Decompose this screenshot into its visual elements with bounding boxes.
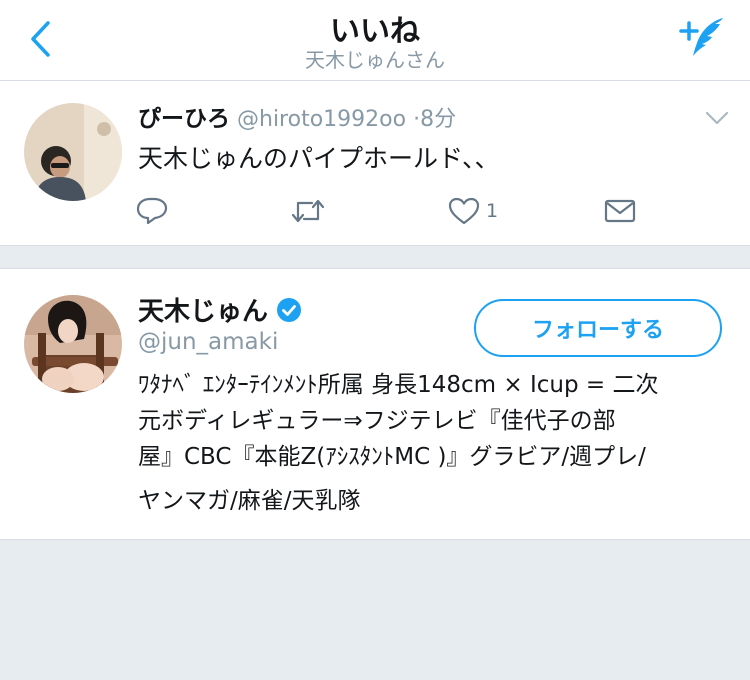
tweet-timestamp: 8分 (420, 107, 457, 132)
tweet-header: ぴーひろ @hiroto1992oo ·8分 (138, 99, 456, 133)
bio-line: 元ボディレギュラー⇒フジテレビ『佳代子の部 (138, 408, 616, 434)
heart-icon (448, 197, 480, 225)
chevron-down-icon (705, 111, 729, 125)
compose-tweet-icon (679, 18, 723, 56)
envelope-icon (604, 199, 636, 223)
profile-handle: @jun_amaki (138, 329, 279, 355)
like-button[interactable]: 1 (448, 195, 498, 227)
compose-tweet-button[interactable] (674, 12, 730, 62)
profile-avatar[interactable] (24, 295, 122, 393)
tweet-author-handle: @hiroto1992oo (237, 107, 407, 132)
tweet-cell[interactable]: ぴーひろ @hiroto1992oo ·8分 天木じゅんのパイプホールド、、 1 (0, 81, 750, 246)
reply-icon (136, 197, 168, 225)
direct-message-button[interactable] (604, 195, 636, 227)
profile-name[interactable]: 天木じゅん (138, 291, 268, 328)
tweet-avatar[interactable] (24, 103, 122, 201)
tweet-text: 天木じゅんのパイプホールド、、 (138, 144, 500, 173)
tweet-author-name[interactable]: ぴーひろ (138, 106, 230, 132)
like-count: 1 (486, 200, 499, 222)
bio-line: 屋』CBC『本能Z(ｱｼｽﾀﾝﾄMC )』グラビア/週プレ/ (138, 444, 646, 470)
profile-name-row: 天木じゅん (138, 291, 302, 328)
retweet-icon (291, 199, 325, 223)
user-cell[interactable]: 天木じゅん @jun_amaki フォローする ﾜﾀﾅﾍﾞ ｴﾝﾀｰﾃｲﾝﾒﾝﾄ… (0, 268, 750, 540)
follow-button[interactable]: フォローする (474, 299, 722, 357)
page-subtitle: 天木じゅんさん (305, 48, 445, 72)
reply-button[interactable] (136, 195, 168, 227)
navigation-header: いいね 天木じゅんさん (0, 0, 750, 81)
profile-bio: ﾜﾀﾅﾍﾞ ｴﾝﾀｰﾃｲﾝﾒﾝﾄ所属 身長148cm × Icup = 二次 元… (138, 367, 728, 519)
tweet-options-button[interactable] (702, 103, 732, 133)
bio-line: ﾜﾀﾅﾍﾞ ｴﾝﾀｰﾃｲﾝﾒﾝﾄ所属 身長148cm × Icup = 二次 (138, 372, 659, 398)
bio-line: ヤンマガ/麻雀/天乳隊 (138, 488, 361, 514)
verified-badge-icon (276, 297, 302, 323)
retweet-button[interactable] (290, 195, 326, 227)
